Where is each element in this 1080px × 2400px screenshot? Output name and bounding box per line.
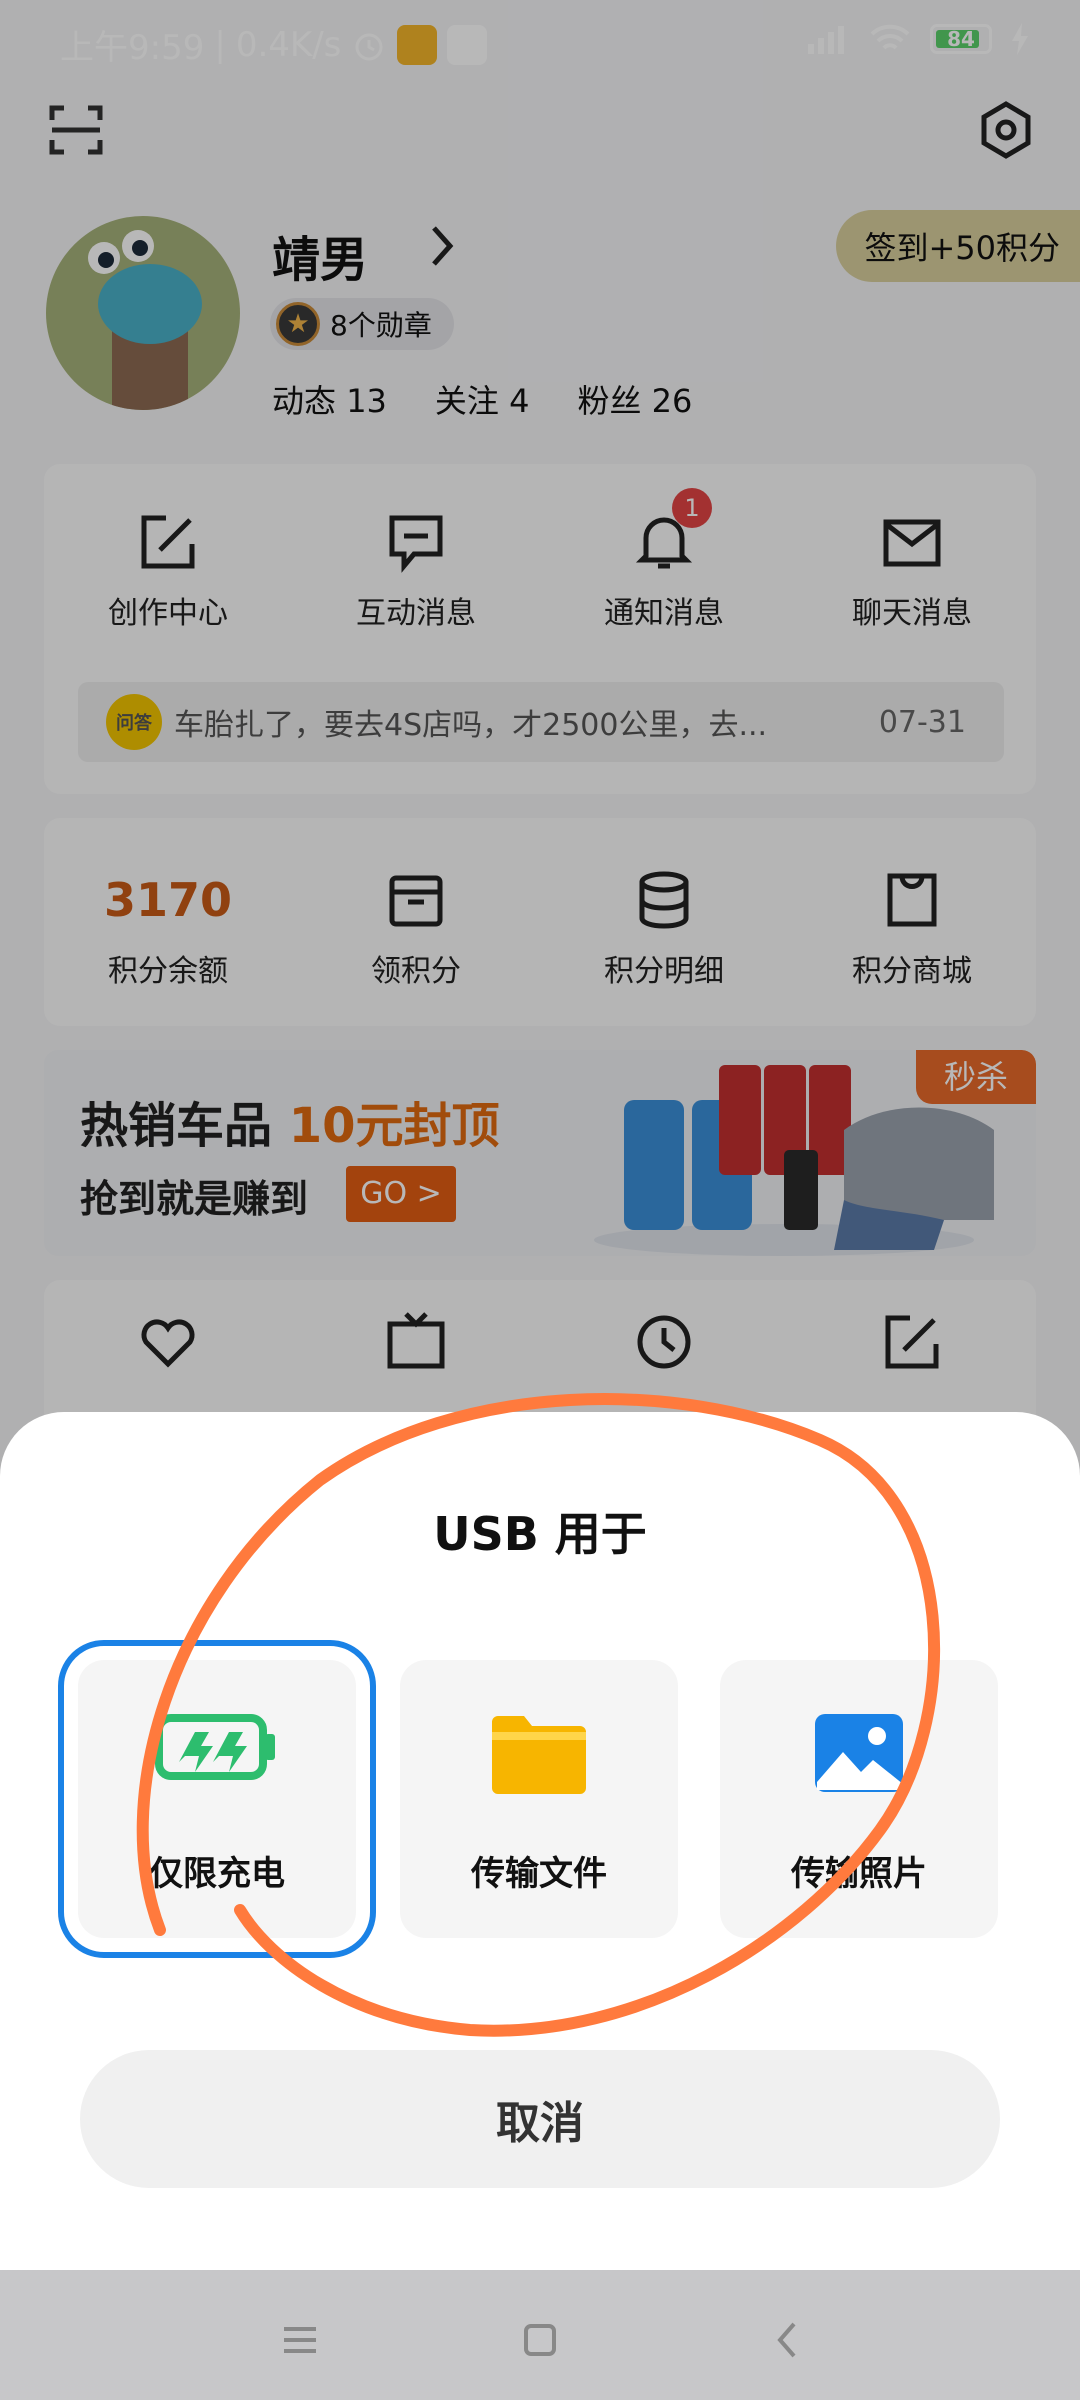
battery-charging-icon [155,1714,275,1780]
transfer-photos-option[interactable]: 传输照片 [720,1660,998,1938]
back-chevron-icon [777,2322,796,2358]
image-icon [815,1714,903,1792]
menu-nav-button[interactable] [270,2310,330,2370]
cancel-button[interactable]: 取消 [80,2050,1000,2188]
back-nav-button[interactable] [756,2310,816,2370]
menu-icon [284,2327,316,2353]
home-nav-button[interactable] [510,2310,570,2370]
option-label: 仅限充电 [149,1854,285,1894]
transfer-files-option[interactable]: 传输文件 [400,1660,678,1938]
home-square-icon [524,2324,556,2356]
option-label: 传输照片 [791,1854,927,1894]
option-label: 传输文件 [471,1854,607,1894]
charge-only-option[interactable]: 仅限充电 [58,1640,376,1958]
sheet-title: USB 用于 [433,1507,647,1561]
folder-icon [492,1716,586,1794]
navigation-bar [0,2270,1080,2400]
usb-mode-sheet: USB 用于 仅限充电 传输文件 传输照片 取消 [0,1412,1080,2270]
